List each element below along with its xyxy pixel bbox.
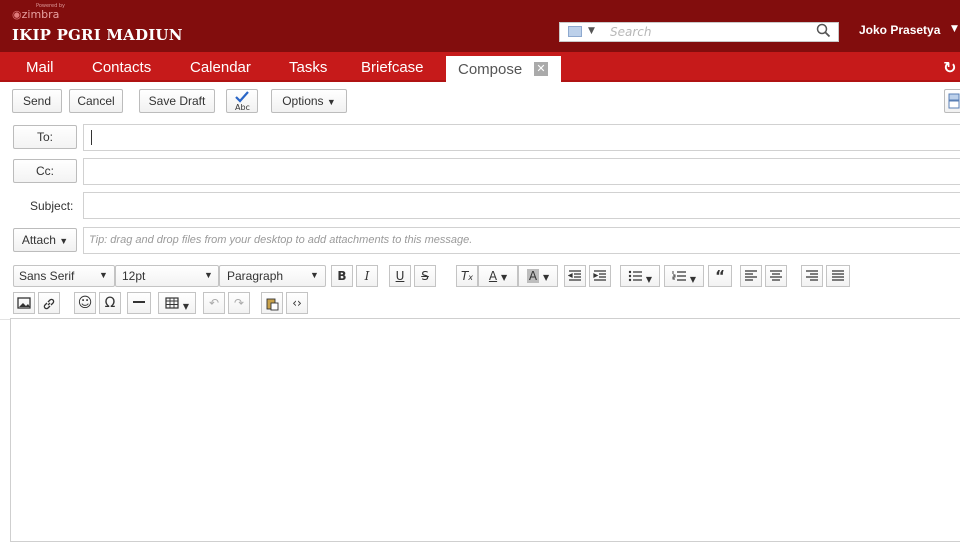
paragraph-value: Paragraph (227, 269, 284, 283)
refresh-icon[interactable]: ↻ (943, 58, 956, 77)
insert-table-icon[interactable]: ▼ (158, 292, 196, 314)
tab-compose[interactable]: Compose ✕ (446, 56, 561, 84)
align-justify-icon[interactable] (826, 265, 850, 287)
logo-icon: ◉ (12, 8, 22, 21)
align-left-icon[interactable] (740, 265, 762, 287)
options-button[interactable]: Options ▼ (271, 89, 347, 113)
text-color-icon[interactable]: A ▼ (478, 265, 518, 287)
user-menu[interactable]: Joko Prasetya (859, 23, 940, 37)
chevron-down-icon[interactable]: ▼ (951, 24, 958, 34)
search-input[interactable]: ▼ Search (559, 22, 839, 42)
strikethrough-icon[interactable]: S (414, 265, 436, 287)
detach-window-icon[interactable] (944, 89, 960, 113)
cc-picker-button[interactable]: Cc: (13, 159, 77, 183)
outdent-icon[interactable] (564, 265, 586, 287)
tab-tasks[interactable]: Tasks (289, 59, 327, 76)
clear-formatting-icon[interactable]: Tx (456, 265, 478, 287)
insert-link-icon[interactable] (38, 292, 60, 314)
numbered-list-icon[interactable]: ▼ (664, 265, 704, 287)
underline-icon[interactable]: U (389, 265, 411, 287)
bullet-list-icon[interactable]: ▼ (620, 265, 660, 287)
font-family-select[interactable]: Sans Serif ▼ (13, 265, 115, 287)
close-icon[interactable]: ✕ (534, 62, 548, 76)
save-draft-button[interactable]: Save Draft (139, 89, 215, 113)
font-family-value: Sans Serif (19, 269, 75, 283)
align-right-icon[interactable] (801, 265, 823, 287)
subject-field[interactable] (83, 192, 960, 219)
special-character-icon[interactable]: Ω (99, 292, 121, 314)
background-color-icon[interactable]: A ▼ (518, 265, 558, 287)
send-button[interactable]: Send (12, 89, 62, 113)
message-body-editor[interactable] (10, 318, 960, 542)
text-cursor (91, 130, 92, 145)
to-picker-button[interactable]: To: (13, 125, 77, 149)
chevron-down-icon: ▼ (326, 97, 336, 107)
search-placeholder: Search (610, 25, 652, 39)
redo-icon[interactable]: ↷ (228, 292, 250, 314)
source-code-icon[interactable]: ‹› (286, 292, 308, 314)
chevron-down-icon: ▼ (99, 270, 108, 280)
attach-hint: Tip: drag and drop files from your deskt… (89, 234, 473, 246)
spell-check-button[interactable]: Abc (226, 89, 258, 113)
paragraph-format-select[interactable]: Paragraph ▼ (219, 265, 326, 287)
subject-label: Subject: (30, 199, 74, 213)
tab-calendar[interactable]: Calendar (190, 59, 251, 76)
indent-icon[interactable] (589, 265, 611, 287)
tab-mail[interactable]: Mail (26, 59, 54, 76)
align-center-icon[interactable] (765, 265, 787, 287)
bold-icon[interactable]: B (331, 265, 353, 287)
font-size-value: 12pt (122, 269, 146, 283)
brand-text: zimbra (21, 8, 60, 21)
paste-icon[interactable] (261, 292, 283, 314)
tab-contacts[interactable]: Contacts (92, 59, 151, 76)
insert-image-icon[interactable] (13, 292, 35, 314)
spell-check-text: Abc (235, 103, 250, 112)
chevron-down-icon: ▼ (59, 236, 69, 246)
search-icon[interactable] (815, 22, 833, 40)
italic-icon[interactable]: I (356, 265, 378, 287)
attach-button[interactable]: Attach ▼ (13, 228, 77, 252)
horizontal-rule-icon[interactable] (127, 292, 151, 314)
spell-check-icon: Abc (235, 91, 250, 112)
zimbra-logo: Powered by ◉zimbra (12, 3, 65, 21)
cancel-button[interactable]: Cancel (69, 89, 123, 113)
chevron-down-icon[interactable]: ▼ (588, 26, 595, 36)
tab-briefcase[interactable]: Briefcase (361, 59, 424, 76)
options-label: Options (282, 94, 324, 108)
emoticon-icon[interactable]: ☺ (74, 292, 96, 314)
to-field[interactable] (83, 124, 960, 151)
blockquote-icon[interactable]: “ (708, 265, 732, 287)
chevron-down-icon: ▼ (204, 270, 213, 280)
attach-label: Attach (21, 233, 56, 247)
font-size-select[interactable]: 12pt ▼ (115, 265, 219, 287)
mail-search-type-icon[interactable] (568, 26, 582, 37)
cc-field[interactable] (83, 158, 960, 185)
tab-compose-label: Compose (458, 61, 523, 78)
chevron-down-icon: ▼ (310, 270, 319, 280)
undo-icon[interactable]: ↶ (203, 292, 225, 314)
org-title: IKIP PGRI MADIUN (12, 26, 183, 44)
